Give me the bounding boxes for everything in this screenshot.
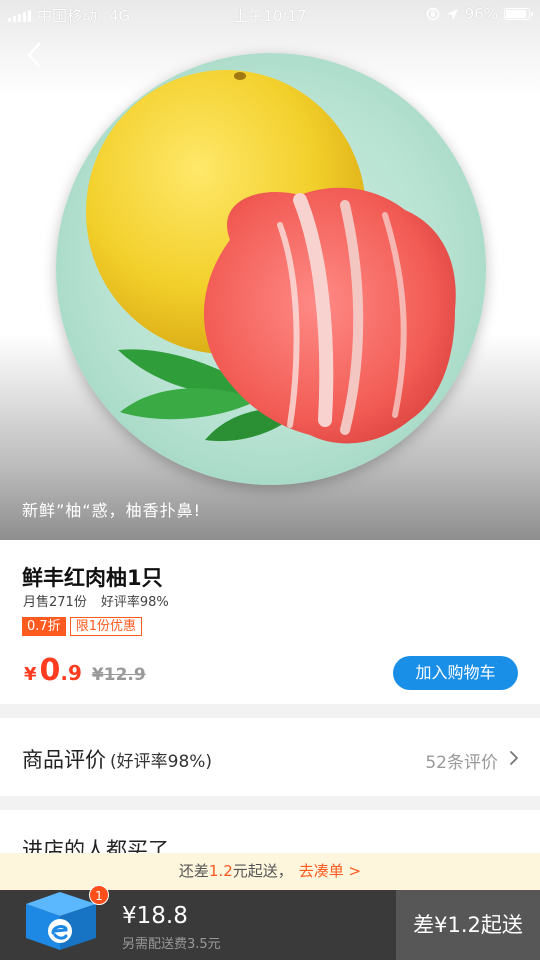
checkout-button[interactable]: 差¥1.2起送 — [396, 890, 540, 960]
price-integer: 0 — [39, 653, 61, 688]
pomelo-illustration — [86, 70, 456, 444]
cart-count-badge: 1 — [89, 885, 109, 905]
price-decimal: .9 — [60, 661, 82, 685]
reviews-heading: 商品评价 (好评率98%) — [22, 744, 212, 774]
promo-badges: 0.7折 限1份优惠 — [22, 617, 142, 636]
reviews-section[interactable]: 商品评价 (好评率98%) 52条评价 — [0, 718, 540, 796]
cart-box-icon[interactable] — [20, 882, 100, 954]
price-currency: ¥ — [24, 664, 37, 685]
add-more-link[interactable]: 去凑单 > — [299, 862, 361, 880]
monthly-sales: 月售271份 — [23, 595, 87, 610]
discount-badge: 0.7折 — [22, 617, 66, 636]
hero-tagline: 新鲜”柚“惑，柚香扑鼻! — [22, 501, 201, 520]
product-card: 鲜丰红肉柚1只 月售271份 好评率98% 0.7折 限1份优惠 ¥ 0 .9 ¥… — [0, 540, 540, 704]
price-row: ¥ 0 .9 ¥12.9 — [24, 653, 146, 688]
product-stats: 月售271份 好评率98% — [23, 591, 169, 610]
product-title: 鲜丰红肉柚1只 — [22, 566, 163, 590]
reviews-title: 商品评价 — [22, 748, 106, 772]
limit-badge: 限1份优惠 — [69, 617, 142, 636]
original-price: ¥12.9 — [91, 665, 146, 685]
reviews-rate: (好评率98%) — [110, 752, 213, 772]
product-hero-image: 中国移动 4G 上午10:17 96% 新鲜”柚“惑，柚香扑鼻! — [0, 0, 540, 540]
cart-bar: 1 ¥18.8 另需配送费3.5元 差¥1.2起送 — [0, 885, 540, 960]
add-to-cart-button[interactable]: 加入购物车 — [393, 656, 518, 690]
reviews-count: 52条评价 — [425, 753, 498, 773]
chevron-right-icon — [510, 751, 518, 765]
delivery-fee: 另需配送费3.5元 — [122, 937, 221, 952]
cart-total: ¥18.8 — [122, 903, 188, 929]
positive-rating: 好评率98% — [100, 595, 169, 610]
min-order-suffix: 元起送， — [232, 862, 293, 880]
min-order-prefix: 还差 — [178, 862, 209, 880]
min-order-amount: 1.2 — [208, 862, 233, 880]
